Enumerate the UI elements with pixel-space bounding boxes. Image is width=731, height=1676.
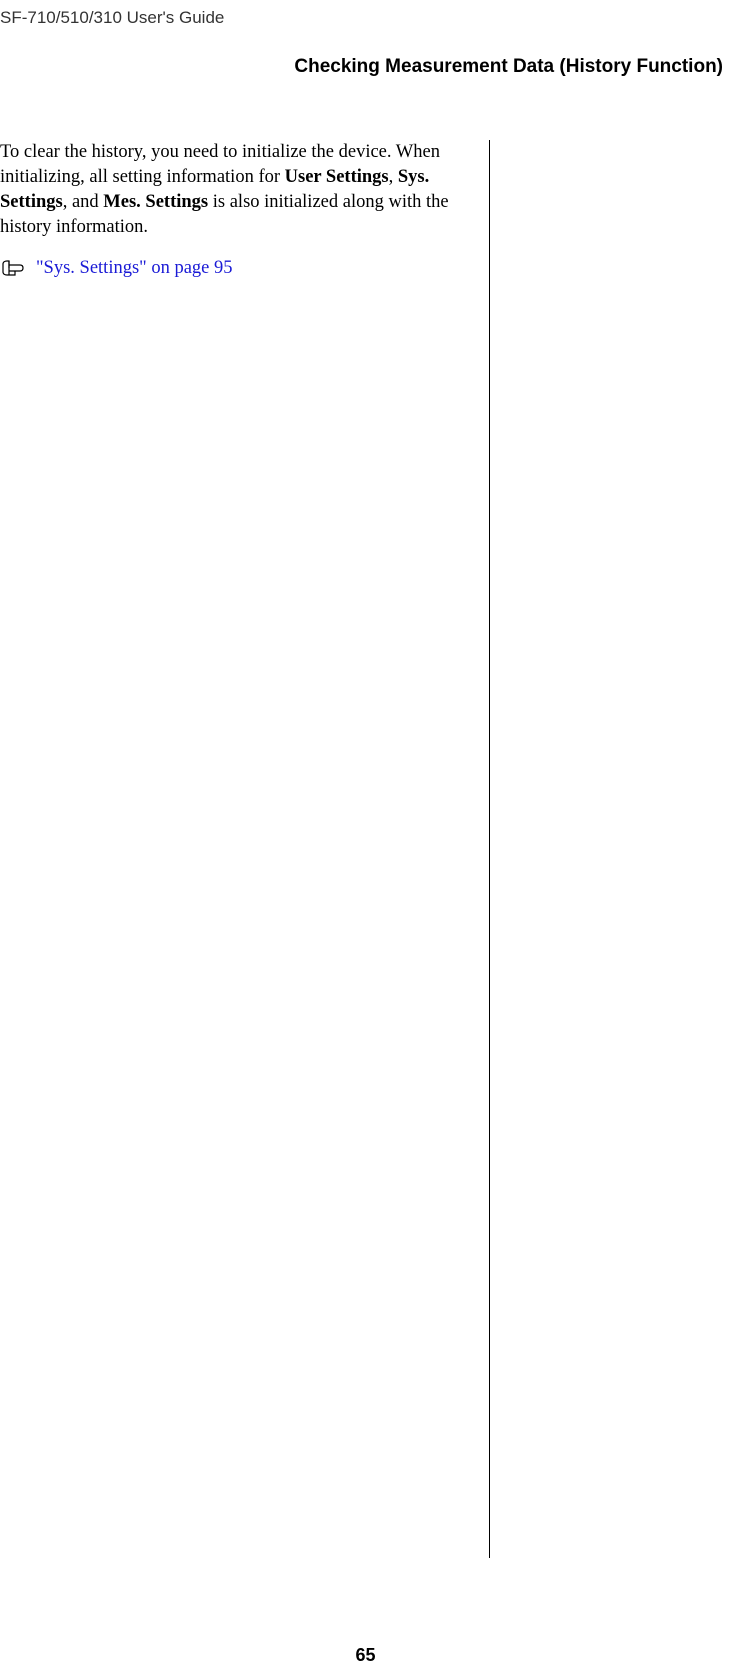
pointing-hand-icon	[0, 259, 28, 277]
reference-link-line: "Sys. Settings" on page 95	[0, 258, 469, 279]
header-product: SF-710/510/310 User's Guide	[0, 0, 731, 28]
body-text-1e: , and	[63, 192, 104, 212]
page-number: 65	[0, 1645, 731, 1666]
body-text-1b: User Settings	[285, 167, 389, 187]
section-title: Checking Measurement Data (History Funct…	[0, 28, 731, 78]
body-text-1c: ,	[389, 167, 398, 187]
content-area: To clear the history, you need to initia…	[0, 78, 731, 1558]
body-text-1f: Mes. Settings	[103, 192, 208, 212]
sys-settings-link[interactable]: "Sys. Settings" on page 95	[36, 258, 233, 279]
left-column: To clear the history, you need to initia…	[0, 140, 490, 1558]
body-paragraph: To clear the history, you need to initia…	[0, 140, 469, 240]
